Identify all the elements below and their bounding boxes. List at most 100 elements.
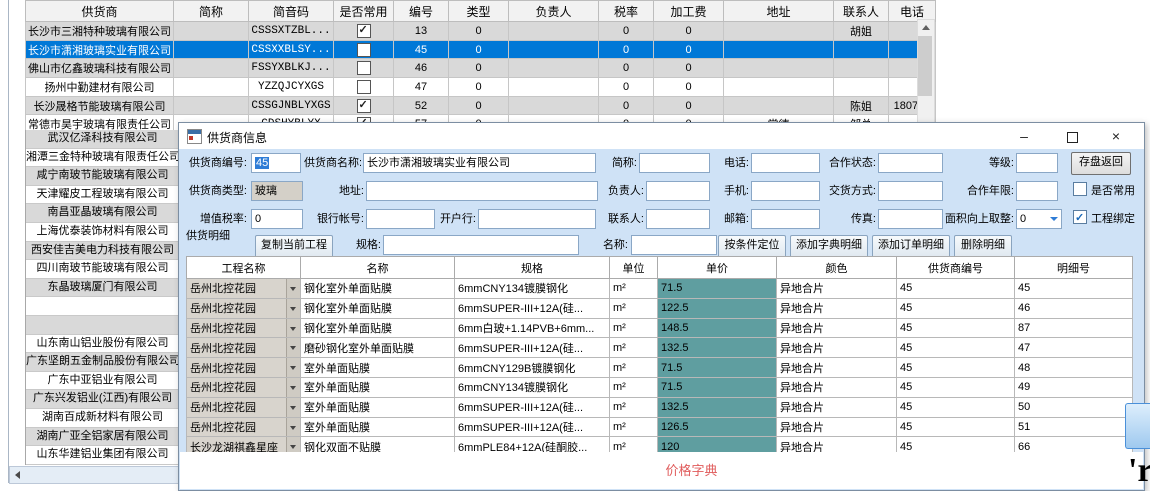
list-item[interactable]: 广东中亚铝业有限公司 [26, 372, 179, 391]
cell[interactable] [834, 40, 889, 59]
cell[interactable] [334, 96, 394, 115]
chevron-down-icon[interactable] [1050, 217, 1058, 221]
cell[interactable]: 45 [897, 279, 1015, 299]
grid-row[interactable]: 岳州北控花园 室外单面贴膜 6mmCNY134镀膜钢化 m² 71.5 异地合片… [187, 377, 1133, 397]
cell[interactable] [334, 22, 394, 41]
list-item[interactable]: 四川南玻节能玻璃有限公司 [26, 260, 179, 279]
project-cell[interactable]: 岳州北控花园 [187, 377, 301, 397]
cell[interactable] [509, 78, 599, 97]
table-row[interactable]: 长沙晟格节能玻璃有限公司 CSSGJNBLYXGS 52 0 0 0 陈姐 18… [26, 96, 936, 115]
cell[interactable]: 异地合片 [777, 377, 897, 397]
gcol-color[interactable]: 颜色 [777, 257, 897, 279]
cell[interactable]: 0 [449, 96, 509, 115]
cell[interactable]: CSSSXTZBL... [249, 22, 334, 41]
list-item[interactable]: 广东坚朗五金制品股份有限公司 [26, 353, 179, 372]
cell[interactable]: 异地合片 [777, 417, 897, 437]
cell[interactable]: 0 [654, 78, 724, 97]
col-tax[interactable]: 税率 [599, 1, 654, 22]
gcol-unit[interactable]: 单位 [610, 257, 658, 279]
copy-project-button[interactable]: 复制当前工程 [255, 235, 333, 258]
cell[interactable]: 室外单面贴膜 [301, 417, 455, 437]
supplier-id-field[interactable]: 45 [251, 153, 301, 173]
chevron-down-icon[interactable] [286, 279, 300, 298]
cell[interactable]: 钢化室外单面贴膜 [301, 279, 455, 299]
cell[interactable]: 0 [654, 22, 724, 41]
cell[interactable]: 0 [599, 22, 654, 41]
price-cell[interactable]: 71.5 [658, 358, 777, 378]
cell[interactable]: 45 [897, 318, 1015, 338]
cell[interactable] [174, 22, 249, 41]
cell[interactable]: 51 [1015, 417, 1133, 437]
short-name-field[interactable] [639, 153, 710, 173]
project-cell[interactable]: 岳州北控花园 [187, 298, 301, 318]
cell[interactable] [174, 40, 249, 59]
col-supplier[interactable]: 供货商 [26, 1, 174, 22]
horizontal-scrollbar[interactable] [9, 466, 180, 484]
grid-row[interactable]: 岳州北控花园 室外单面贴膜 6mmSUPER-III+12A(硅... m² 1… [187, 397, 1133, 417]
close-button[interactable]: × [1096, 123, 1136, 149]
cell[interactable] [334, 59, 394, 78]
col-common[interactable]: 是否常用 [334, 1, 394, 22]
list-item[interactable]: 武汉亿泽科技有限公司 [26, 130, 179, 149]
cell[interactable]: 0 [449, 22, 509, 41]
list-item[interactable]: 湖南百成新材料有限公司 [26, 409, 179, 428]
vertical-scrollbar[interactable] [917, 19, 935, 132]
phone-field[interactable] [751, 153, 820, 173]
cell[interactable]: 47 [394, 78, 449, 97]
cell[interactable]: 6mmCNY129B镀膜钢化 [455, 358, 610, 378]
cell[interactable]: CSSXXBLSY... [249, 40, 334, 59]
cell[interactable]: m² [610, 338, 658, 358]
gcol-project[interactable]: 工程名称 [187, 257, 301, 279]
cell[interactable]: 45 [897, 377, 1015, 397]
list-item[interactable]: 山东华建铝业集团有限公司 [26, 446, 179, 465]
cell[interactable]: CSSGJNBLYXGS [249, 96, 334, 115]
table-row[interactable]: 扬州中勤建材有限公司 YZZQJCYXGS 47 0 0 0 [26, 78, 936, 97]
chevron-down-icon[interactable] [286, 299, 300, 318]
cell[interactable]: 异地合片 [777, 298, 897, 318]
list-item[interactable]: 上海优泰装饰材料有限公司 [26, 223, 179, 242]
cell[interactable]: m² [610, 298, 658, 318]
cell[interactable] [724, 59, 834, 78]
table-row[interactable]: 佛山市亿鑫玻璃科技有限公司 FSSYXBLKJ... 46 0 0 0 [26, 59, 936, 78]
supplier-name-field[interactable]: 长沙市潇湘玻璃实业有限公司 [363, 153, 596, 173]
checkbox-icon[interactable] [1073, 210, 1087, 224]
cell[interactable]: m² [610, 279, 658, 299]
cell[interactable] [174, 59, 249, 78]
list-item[interactable]: 山东南山铝业股份有限公司 [26, 335, 179, 354]
common-checkbox[interactable] [357, 80, 371, 94]
col-addr[interactable]: 地址 [724, 1, 834, 22]
cell[interactable]: 47 [1015, 338, 1133, 358]
cell[interactable]: 0 [654, 40, 724, 59]
cell[interactable]: 52 [394, 96, 449, 115]
cell[interactable] [834, 78, 889, 97]
grid-row[interactable]: 岳州北控花园 钢化室外单面贴膜 6mmSUPER-III+12A(硅... m²… [187, 298, 1133, 318]
grade-field[interactable] [1016, 153, 1058, 173]
cell[interactable]: 异地合片 [777, 279, 897, 299]
cell[interactable]: 49 [1015, 377, 1133, 397]
cell[interactable]: m² [610, 397, 658, 417]
cell[interactable]: 45 [394, 40, 449, 59]
gcol-spec[interactable]: 规格 [455, 257, 610, 279]
minimize-button[interactable]: – [1004, 123, 1044, 149]
cell[interactable]: 6mm白玻+1.14PVB+6mm... [455, 318, 610, 338]
cell[interactable]: 室外单面贴膜 [301, 358, 455, 378]
save-return-button[interactable]: 存盘返回 [1071, 152, 1131, 175]
scrollbar-thumb[interactable] [918, 36, 932, 96]
delivery-field[interactable] [878, 181, 943, 201]
locate-button[interactable]: 按条件定位 [718, 235, 786, 258]
cell[interactable]: 50 [1015, 397, 1133, 417]
cell[interactable]: YZZQJCYXGS [249, 78, 334, 97]
cell[interactable]: 45 [897, 397, 1015, 417]
vat-field[interactable]: 0 [251, 209, 303, 229]
cell[interactable]: 6mmSUPER-III+12A(硅... [455, 417, 610, 437]
cell[interactable]: 6mmSUPER-III+12A(硅... [455, 298, 610, 318]
cell[interactable] [509, 59, 599, 78]
cell[interactable]: m² [610, 318, 658, 338]
cell[interactable]: 48 [1015, 358, 1133, 378]
cell[interactable] [724, 78, 834, 97]
price-cell[interactable]: 71.5 [658, 279, 777, 299]
common-checkbox[interactable] [357, 61, 371, 75]
price-cell[interactable]: 132.5 [658, 338, 777, 358]
chevron-down-icon[interactable] [286, 319, 300, 338]
list-item[interactable]: 广东兴发铝业(江西)有限公司 [26, 390, 179, 409]
